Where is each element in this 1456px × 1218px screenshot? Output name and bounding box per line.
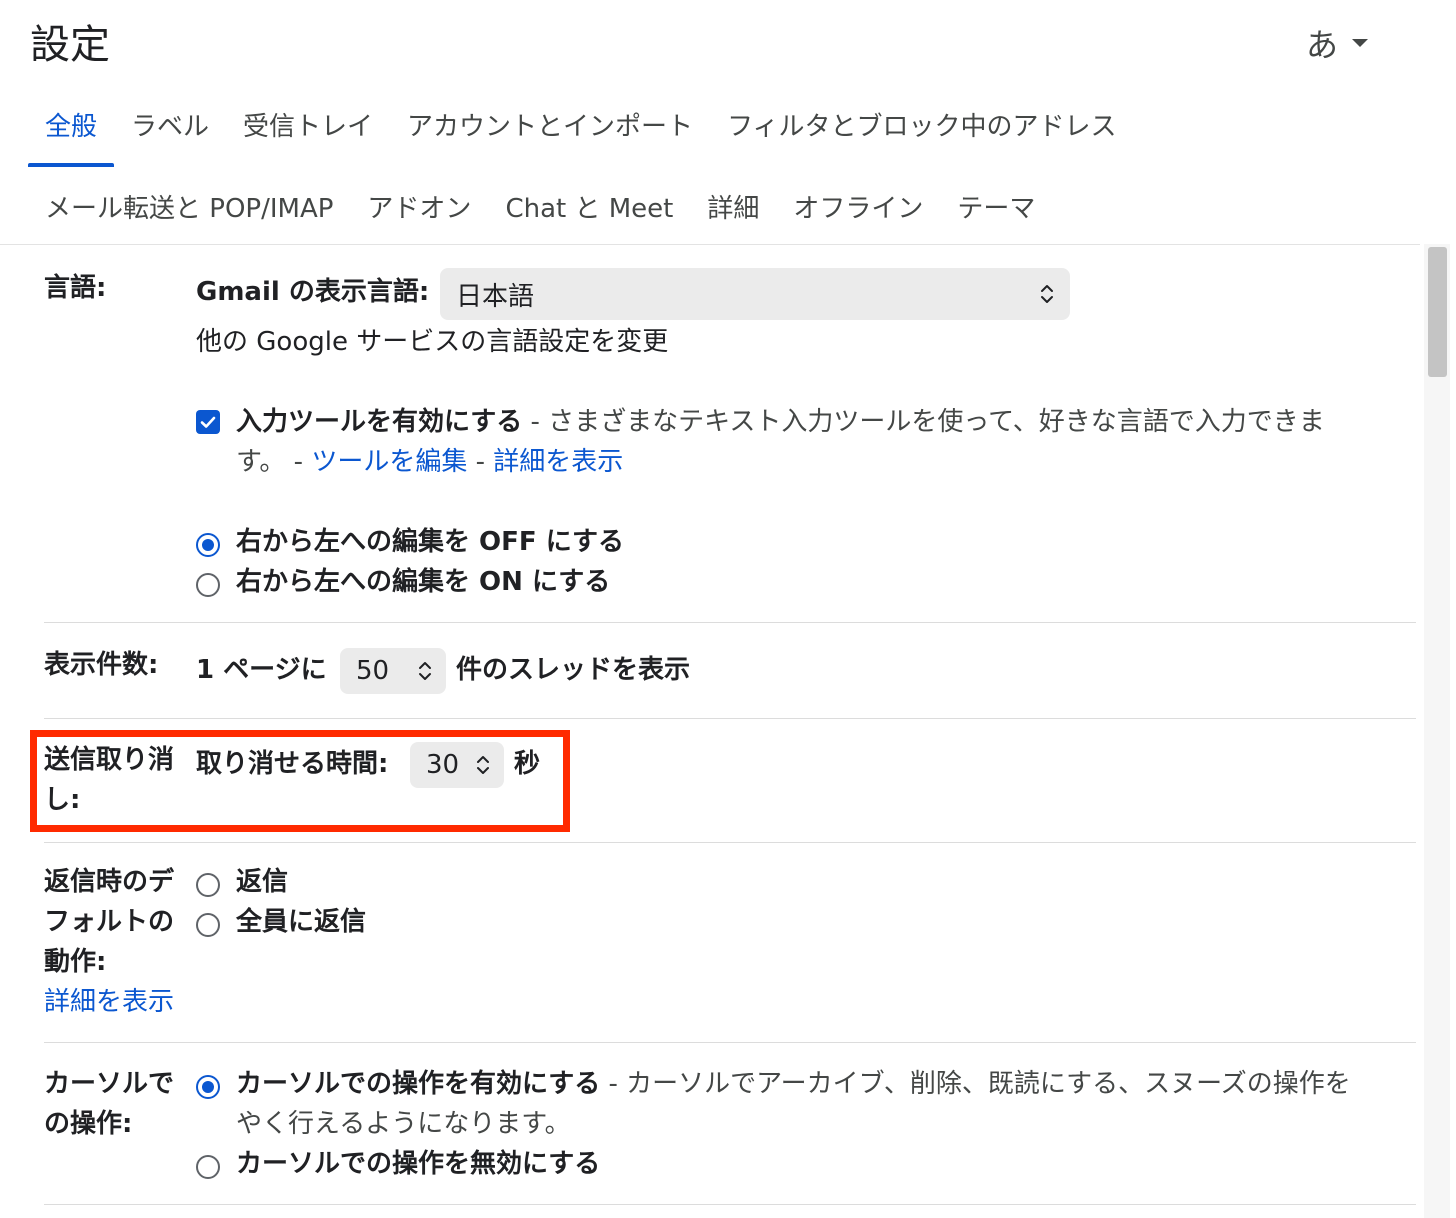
page-size-suffix: 件のスレッドを表示: [456, 655, 691, 685]
scrollbar-thumb[interactable]: [1428, 247, 1447, 377]
cursor-actions-label-line2: の操作:: [44, 1109, 133, 1139]
tab-addons[interactable]: アドオン: [350, 182, 488, 249]
tab-forwarding-pop-imap[interactable]: メール転送と POP/IMAP: [28, 182, 350, 249]
reply-all-radio[interactable]: [196, 913, 220, 937]
section-divider: [44, 1204, 1416, 1205]
page-size-value: 50: [356, 656, 390, 686]
section-divider: [44, 718, 1416, 719]
rtl-on-radio[interactable]: [196, 573, 220, 597]
reply-default-label-line3: 動作:: [44, 947, 107, 977]
tabs-divider: [0, 244, 1420, 245]
other-google-language-link[interactable]: 他の Google サービスの言語設定を変更: [196, 322, 668, 362]
input-method-selector[interactable]: あ: [1306, 20, 1369, 66]
input-tools-description-end: す。 -: [236, 447, 312, 477]
cursor-actions-enable-label: カーソルでの操作を有効にする: [236, 1069, 601, 1099]
cursor-actions-label: カーソルで の操作:: [44, 1064, 190, 1144]
tab-offline[interactable]: オフライン: [776, 182, 940, 249]
highlight-box: [30, 730, 570, 832]
reply-radio[interactable]: [196, 873, 220, 897]
input-tools-checkbox[interactable]: [196, 410, 220, 434]
input-tools-line2: す。 - ツールを編集 - 詳細を表示: [236, 442, 623, 482]
cursor-actions-label-line1: カーソルで: [44, 1069, 175, 1099]
tab-inbox[interactable]: 受信トレイ: [226, 100, 390, 167]
input-tools-description: - さまざまなテキスト入力ツールを使って、好きな言語で入力できま: [522, 407, 1325, 437]
cursor-actions-enable-description: - カーソルでアーカイブ、削除、既読にする、スヌーズの操作を: [600, 1069, 1351, 1099]
tab-themes[interactable]: テーマ: [940, 182, 1052, 249]
reply-all-label: 全員に返信: [236, 907, 367, 937]
input-tools-learn-more-link[interactable]: 詳細を表示: [493, 447, 623, 477]
page-size-prefix: 1 ページに: [196, 655, 327, 685]
reply-default-label-line1: 返信時のデ: [44, 867, 175, 897]
page-size-label: 表示件数:: [44, 650, 159, 680]
scrollbar-track[interactable]: [1424, 244, 1450, 1218]
chevron-updown-icon: [419, 662, 431, 680]
section-divider: [44, 622, 1416, 623]
reply-default-label-line2: フォルトの: [44, 907, 175, 937]
cursor-actions-disable-radio[interactable]: [196, 1155, 220, 1179]
settings-tabs-row2: メール転送と POP/IMAP アドオン Chat と Meet 詳細 オフライ…: [28, 182, 1052, 249]
input-tools-line1: 入力ツールを有効にする - さまざまなテキスト入力ツールを使って、好きな言語で入…: [236, 402, 1325, 442]
tab-general[interactable]: 全般: [28, 100, 115, 167]
rtl-off-label: 右から左への編集を OFF にする: [236, 527, 624, 557]
tab-chat-meet[interactable]: Chat と Meet: [488, 182, 690, 249]
section-divider: [44, 842, 1416, 843]
settings-tabs-row1: 全般 ラベル 受信トレイ アカウントとインポート フィルタとブロック中のアドレス: [28, 100, 1134, 167]
link-separator: -: [467, 447, 494, 477]
rtl-on-label: 右から左への編集を ON にする: [236, 567, 611, 597]
language-label: 言語:: [44, 273, 107, 303]
cursor-actions-enable-line1: カーソルでの操作を有効にする - カーソルでアーカイブ、削除、既読にする、スヌー…: [236, 1064, 1416, 1104]
chevron-updown-icon: [1041, 285, 1053, 303]
tab-filters-blocked[interactable]: フィルタとブロック中のアドレス: [710, 100, 1133, 167]
display-language-label: Gmail の表示言語:: [196, 277, 430, 307]
tab-accounts-import[interactable]: アカウントとインポート: [390, 100, 710, 167]
reply-label: 返信: [236, 867, 289, 897]
tab-advanced[interactable]: 詳細: [690, 182, 776, 249]
cursor-actions-enable-radio[interactable]: [196, 1075, 220, 1099]
page-size-select[interactable]: 50: [340, 648, 446, 694]
checkmark-icon: [200, 416, 216, 428]
display-language-value: 日本語: [456, 281, 535, 312]
cursor-actions-disable-label: カーソルでの操作を無効にする: [236, 1149, 601, 1179]
reply-default-learn-more-link[interactable]: 詳細を表示: [44, 987, 174, 1017]
rtl-off-radio[interactable]: [196, 533, 220, 557]
input-tools-label: 入力ツールを有効にする: [236, 407, 523, 437]
reply-default-label: 返信時のデ フォルトの 動作: 詳細を表示: [44, 862, 190, 1022]
page-title: 設定: [30, 22, 110, 68]
edit-tools-link[interactable]: ツールを編集: [311, 447, 467, 477]
section-divider: [44, 1042, 1416, 1043]
input-method-label: あ: [1306, 26, 1339, 64]
display-language-select[interactable]: 日本語: [440, 268, 1070, 320]
cursor-actions-enable-line2: やく行えるようになります。: [236, 1109, 571, 1139]
caret-down-icon: [1352, 39, 1369, 47]
tab-labels[interactable]: ラベル: [114, 100, 226, 167]
